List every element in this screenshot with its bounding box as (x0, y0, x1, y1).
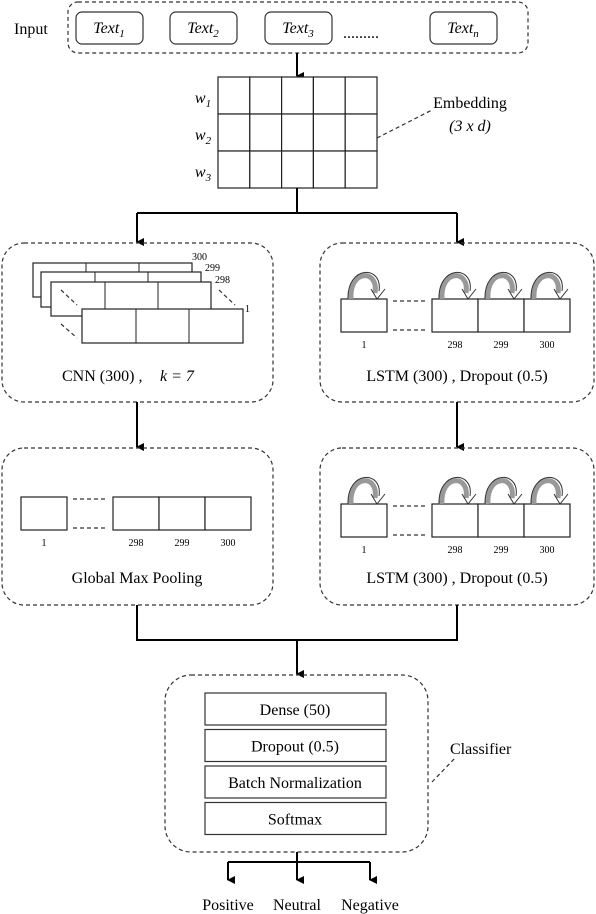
recurrent-loop-icon (348, 273, 378, 300)
cell (112, 496, 160, 531)
filter-label: 299 (205, 263, 220, 274)
cell-index: 1 (362, 340, 367, 351)
cell (204, 496, 252, 531)
cell (158, 496, 206, 531)
cell-index: 298 (129, 538, 144, 549)
cell-index: 300 (540, 545, 555, 556)
output-neutral: Neutral (273, 897, 322, 914)
embedding-row-label: w1 (195, 90, 211, 110)
embedding-cell (281, 76, 315, 115)
embedding-cell (217, 76, 251, 115)
embedding-row-label: w3 (195, 164, 212, 184)
embedding-cell (281, 150, 315, 189)
input-text-box: Text3 (264, 11, 333, 45)
embedding-dims: (3 x d) (449, 118, 491, 135)
pooling-label: Global Max Pooling (72, 570, 203, 587)
cell-index: 299 (175, 538, 190, 549)
classifier-label: Classifier (450, 741, 512, 758)
embedding-cell (312, 113, 346, 152)
pooling-block: 1 298 299 300 Global Max Pooling (1, 447, 274, 606)
recurrent-loop-icon (485, 273, 515, 300)
cell (340, 298, 388, 333)
embedding-cell (281, 113, 315, 152)
cell (477, 503, 525, 538)
cell (523, 298, 571, 333)
recurrent-loop-icon (439, 478, 469, 505)
classifier-layer-label: Softmax (268, 812, 322, 829)
input-text-box: Text2 (169, 11, 238, 45)
cell-index: 1 (362, 545, 367, 556)
recurrent-loop-icon (485, 478, 515, 505)
classifier-layer-label: Dropout (0.5) (251, 739, 339, 756)
input-text-box: Textn (429, 11, 498, 45)
embedding-cell (249, 150, 283, 189)
embedding-cell (249, 113, 283, 152)
cnn-label: CNN (300) , (62, 368, 142, 385)
embedding-cell (344, 150, 378, 189)
lstm2-label: LSTM (300) , Dropout (0.5) (366, 570, 547, 587)
classifier-block: Dense (50) Dropout (0.5) Batch Normalizati… (164, 674, 512, 853)
output-positive: Positive (202, 897, 254, 914)
cell (340, 503, 388, 538)
cell-index: 298 (448, 545, 463, 556)
embedding-cell (344, 113, 378, 152)
input-label: Input (14, 21, 48, 38)
cell-index: 299 (494, 545, 509, 556)
lstm2-block: 1 298 299 300 LSTM (300) , Dropout (0.5) (319, 447, 595, 606)
recurrent-loop-icon (531, 478, 561, 505)
input-text-box: Text1 (75, 11, 144, 45)
classifier-layer-label: Batch Normalization (228, 775, 362, 792)
recurrent-loop-icon (439, 273, 469, 300)
cell (477, 298, 525, 333)
cnn-kernel: k = 7 (160, 368, 195, 385)
classifier-layer-label: Dense (50) (260, 702, 331, 719)
lstm1-block: 1 298 299 300 LSTM (300) , Dropout (0.5) (319, 242, 595, 403)
cell (431, 503, 479, 538)
embedding-cell (249, 76, 283, 115)
lstm1-label: LSTM (300) , Dropout (0.5) (366, 368, 547, 385)
input-group: Input Text1 Text2 Text3 Textn ......... (14, 1, 529, 54)
recurrent-loop-icon (531, 273, 561, 300)
cell-index: 300 (221, 538, 236, 549)
cell-index: 298 (448, 340, 463, 351)
embedding-cell (344, 76, 378, 115)
embedding-cell (312, 76, 346, 115)
embedding-row-label: w2 (195, 127, 212, 147)
embedding-cell (217, 150, 251, 189)
embedding-label: Embedding (433, 95, 507, 112)
recurrent-loop-icon (348, 478, 378, 505)
filter-label: 300 (192, 252, 207, 263)
cell (431, 298, 479, 333)
embedding-cell (217, 113, 251, 152)
cell (523, 503, 571, 538)
embedding-matrix: w1 w2 w3 Embedding (3 x d) (195, 76, 507, 189)
embedding-cell (312, 150, 346, 189)
cell-index: 1 (42, 538, 47, 549)
filter-label: 298 (215, 275, 230, 286)
output-negative: Negative (341, 897, 399, 914)
cnn-block: 300 299 298 1 CNN (300) , k = 7 (1, 242, 274, 403)
cell-index: 300 (540, 340, 555, 351)
cell (20, 496, 68, 531)
filter-label: 1 (245, 304, 250, 315)
cell-index: 299 (494, 340, 509, 351)
architecture-diagram: Input Text1 Text2 Text3 Textn ......... w1w… (1, 1, 595, 914)
input-ellipsis: ......... (343, 25, 379, 42)
